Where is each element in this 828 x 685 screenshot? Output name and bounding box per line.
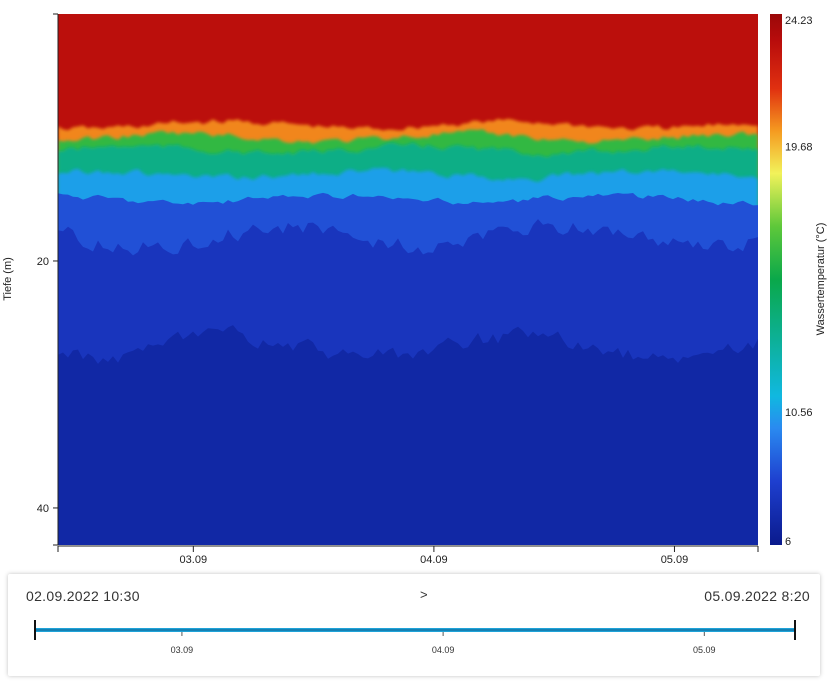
y-tick-label: 40: [37, 503, 49, 515]
temperature-heatmap-chart: 20 40 Tiefe (m) 03.09 04.09 05.09 24.23 19.68 1…: [2, 13, 827, 566]
x-tick-label: 05.09: [661, 554, 689, 566]
range-start-date: 02.09.2022 10:30: [26, 588, 140, 604]
y-axis-label: Tiefe (m): [2, 257, 14, 301]
x-tick-label: 04.09: [420, 554, 448, 566]
y-tick-label: 20: [37, 256, 49, 268]
range-separator: >: [420, 587, 428, 602]
colorbar-tick-label: 10.56: [785, 407, 813, 419]
colorbar-scale: [770, 14, 782, 545]
colorbar-label: Wassertemperatur (°C): [815, 223, 827, 336]
colorbar-tick-label: 24.23: [785, 15, 813, 27]
slider-tick-label: 04.09: [432, 645, 455, 655]
slider-tick-label: 03.09: [171, 645, 194, 655]
colorbar: 24.23 19.68 10.56 6 Wassertemperatur (°C): [770, 14, 827, 548]
time-range-selector[interactable]: 02.09.2022 10:30 > 05.09.2022 8:20 03.09…: [8, 574, 820, 676]
heatmap-plot-area: [58, 14, 758, 545]
x-tick-label: 03.09: [180, 554, 208, 566]
range-end-date: 05.09.2022 8:20: [704, 588, 810, 604]
colorbar-tick-label: 19.68: [785, 142, 813, 154]
temperature-layer: [58, 325, 758, 545]
colorbar-tick-label: 6: [785, 536, 791, 548]
slider-tick-label: 05.09: [693, 645, 716, 655]
range-slider[interactable]: 03.09 04.09 05.09: [8, 614, 820, 674]
